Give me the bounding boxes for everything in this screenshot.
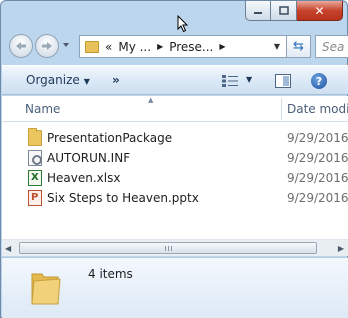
folder-icon xyxy=(31,273,61,305)
address-row: « My ... ▶ Prese... ▶ ▼ ⇆ Sea xyxy=(7,33,348,61)
search-placeholder: Sea xyxy=(322,39,345,54)
close-button[interactable]: ✕ xyxy=(297,1,343,21)
file-date: 9/29/2016 xyxy=(287,131,348,145)
chevron-down-icon: ▼ xyxy=(83,77,90,86)
column-header-row: ▲ Name Date modi xyxy=(2,96,348,122)
minimize-button[interactable] xyxy=(245,1,271,21)
back-button[interactable] xyxy=(9,34,33,58)
column-header-name[interactable]: Name xyxy=(25,102,60,116)
column-divider[interactable] xyxy=(281,98,282,120)
excel-file-icon xyxy=(28,170,42,186)
preview-pane-icon[interactable] xyxy=(275,74,291,88)
list-item[interactable]: Heaven.xlsx 9/29/2016 xyxy=(2,168,348,188)
address-bar[interactable]: « My ... ▶ Prese... ▶ ▼ xyxy=(79,35,287,58)
horizontal-scrollbar[interactable]: ◀ ▶ xyxy=(2,239,348,256)
list-item[interactable]: PresentationPackage 9/29/2016 xyxy=(2,128,348,148)
organize-label: Organize xyxy=(26,73,80,87)
address-dropdown-icon[interactable]: ▼ xyxy=(274,42,280,51)
close-icon: ✕ xyxy=(314,3,325,18)
minimize-icon xyxy=(254,11,262,14)
more-commands-button[interactable]: » xyxy=(112,73,120,87)
file-list: ▲ Name Date modi PresentationPackage 9/2… xyxy=(2,96,348,251)
folder-icon xyxy=(28,128,42,146)
file-date: 9/29/2016 xyxy=(287,151,348,165)
file-name: AUTORUN.INF xyxy=(47,151,131,165)
maximize-icon xyxy=(278,6,289,15)
list-item[interactable]: AUTORUN.INF 9/29/2016 xyxy=(2,148,348,168)
search-input[interactable]: Sea xyxy=(315,35,348,58)
refresh-button[interactable]: ⇆ xyxy=(287,35,311,58)
file-name: PresentationPackage xyxy=(47,131,173,145)
column-header-date-modified[interactable]: Date modi xyxy=(287,102,348,116)
scroll-left-icon[interactable]: ◀ xyxy=(5,244,11,253)
powerpoint-file-icon xyxy=(28,190,42,206)
details-pane: 4 items xyxy=(2,257,348,318)
breadcrumb-presentation[interactable]: Prese... xyxy=(163,40,213,54)
file-name: Six Steps to Heaven.pptx xyxy=(47,191,199,205)
explorer-window: ✕ « My ... ▶ Prese... ▶ ▼ ⇆ Sea Organize… xyxy=(0,0,348,318)
scrollbar-grip xyxy=(165,246,173,251)
views-dropdown-icon[interactable]: ▼ xyxy=(246,75,252,84)
breadcrumb-overflow[interactable]: « xyxy=(99,40,112,54)
back-arrow-icon xyxy=(16,42,26,50)
forward-arrow-icon xyxy=(42,42,52,50)
file-date: 9/29/2016 xyxy=(287,171,348,185)
help-icon[interactable]: ? xyxy=(311,73,327,89)
list-item[interactable]: Six Steps to Heaven.pptx 9/29/2016 xyxy=(2,188,348,208)
sort-indicator-icon: ▲ xyxy=(148,96,154,104)
scrollbar-thumb[interactable] xyxy=(19,242,317,254)
file-name: Heaven.xlsx xyxy=(47,171,121,185)
scroll-right-icon[interactable]: ▶ xyxy=(338,244,344,253)
item-count: 4 items xyxy=(88,267,133,281)
breadcrumb-my-documents[interactable]: My ... xyxy=(112,40,151,54)
command-bar: Organize ▼ » ▼ ? xyxy=(2,65,348,95)
refresh-icon: ⇆ xyxy=(293,39,304,54)
file-date: 9/29/2016 xyxy=(287,191,348,205)
mouse-cursor-icon xyxy=(177,15,189,33)
maximize-button[interactable] xyxy=(271,1,297,21)
inf-file-icon xyxy=(28,150,42,166)
change-view-icon[interactable] xyxy=(222,75,238,87)
breadcrumb-separator-icon[interactable]: ▶ xyxy=(151,42,163,51)
folder-icon xyxy=(85,40,99,53)
recent-pages-dropdown-icon[interactable] xyxy=(62,41,70,49)
forward-button[interactable] xyxy=(35,34,59,58)
organize-menu-button[interactable]: Organize ▼ xyxy=(26,73,90,87)
caption-buttons: ✕ xyxy=(245,1,343,21)
breadcrumb-separator-icon[interactable]: ▶ xyxy=(213,42,225,51)
